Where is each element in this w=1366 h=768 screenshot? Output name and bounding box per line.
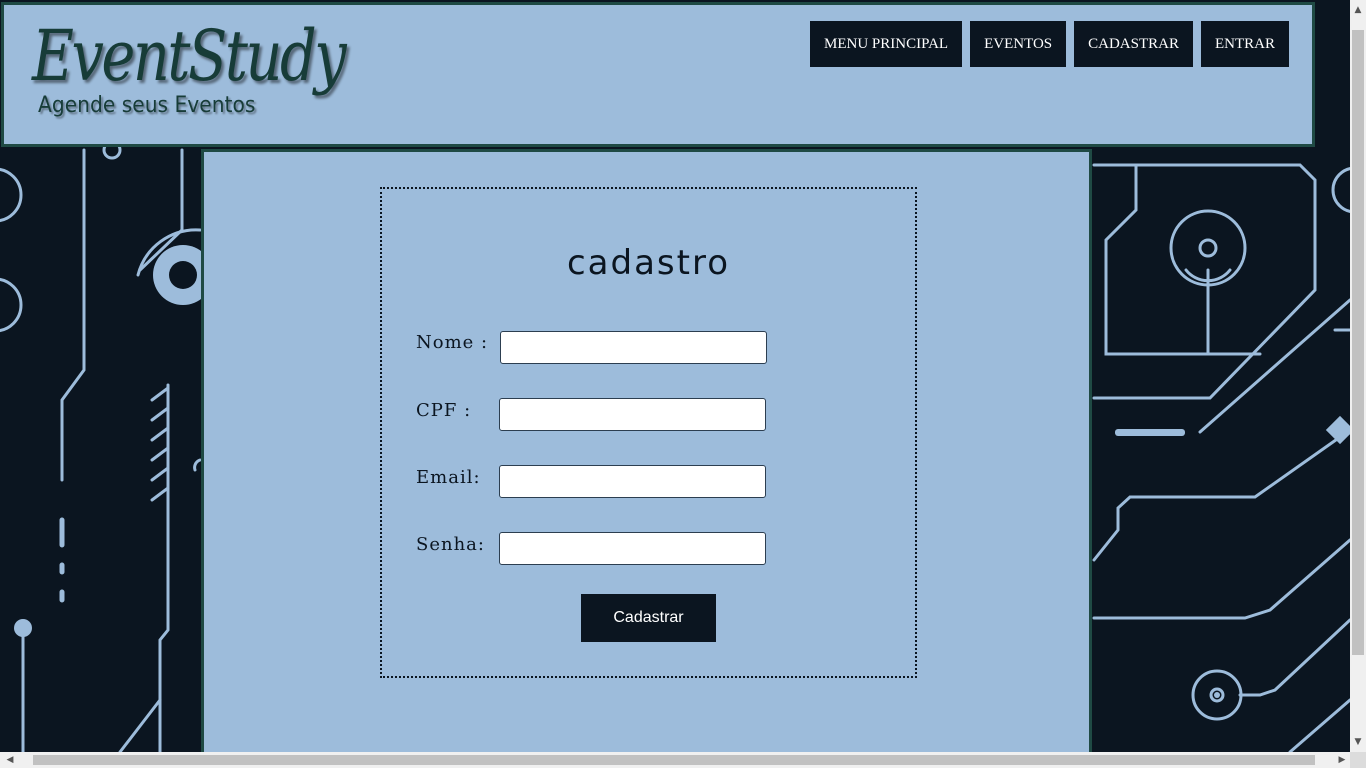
site-logo[interactable]: EventStudy Agende seus Eventos: [30, 11, 347, 126]
nome-label: Nome :: [416, 332, 489, 353]
scroll-up-icon[interactable]: ▲: [1350, 2, 1366, 18]
site-header: EventStudy Agende seus Eventos MENU PRIN…: [1, 2, 1315, 147]
nav-cadastrar-button[interactable]: CADASTRAR: [1074, 21, 1193, 67]
horizontal-scroll-thumb[interactable]: [33, 755, 1315, 765]
scroll-left-icon[interactable]: ◀: [2, 752, 18, 768]
form-title: Cadastro: [566, 243, 731, 283]
logo-title: EventStudy: [32, 15, 347, 97]
nav-eventos-button[interactable]: EVENTOS: [970, 21, 1067, 67]
cpf-label: CPF :: [416, 400, 472, 421]
nav-menu-principal-button[interactable]: MENU PRINCIPAL: [810, 21, 963, 67]
signup-form: Cadastro Nome : CPF : Email: Senha: Cada…: [380, 187, 917, 678]
vertical-scroll-thumb[interactable]: [1352, 30, 1364, 655]
horizontal-scrollbar[interactable]: ◀ ▶: [0, 752, 1366, 768]
vertical-scrollbar[interactable]: ▲ ▼: [1350, 0, 1366, 752]
main-nav: MENU PRINCIPAL EVENTOS CADASTRAR ENTRAR: [810, 21, 1289, 67]
email-input[interactable]: [499, 465, 766, 498]
senha-input[interactable]: [499, 532, 766, 565]
scrollbar-corner: [1350, 752, 1366, 768]
email-label: Email:: [416, 467, 481, 488]
cadastrar-submit-button[interactable]: Cadastrar: [581, 594, 716, 642]
nav-entrar-button[interactable]: ENTRAR: [1201, 21, 1289, 67]
cpf-input[interactable]: [499, 398, 766, 431]
logo-subtitle: Agende seus Eventos: [38, 93, 256, 118]
scroll-right-icon[interactable]: ▶: [1334, 752, 1350, 768]
nome-input[interactable]: [500, 331, 767, 364]
scroll-down-icon[interactable]: ▼: [1350, 734, 1366, 750]
senha-label: Senha:: [416, 534, 485, 555]
main-panel: Cadastro Nome : CPF : Email: Senha: Cada…: [201, 149, 1092, 759]
